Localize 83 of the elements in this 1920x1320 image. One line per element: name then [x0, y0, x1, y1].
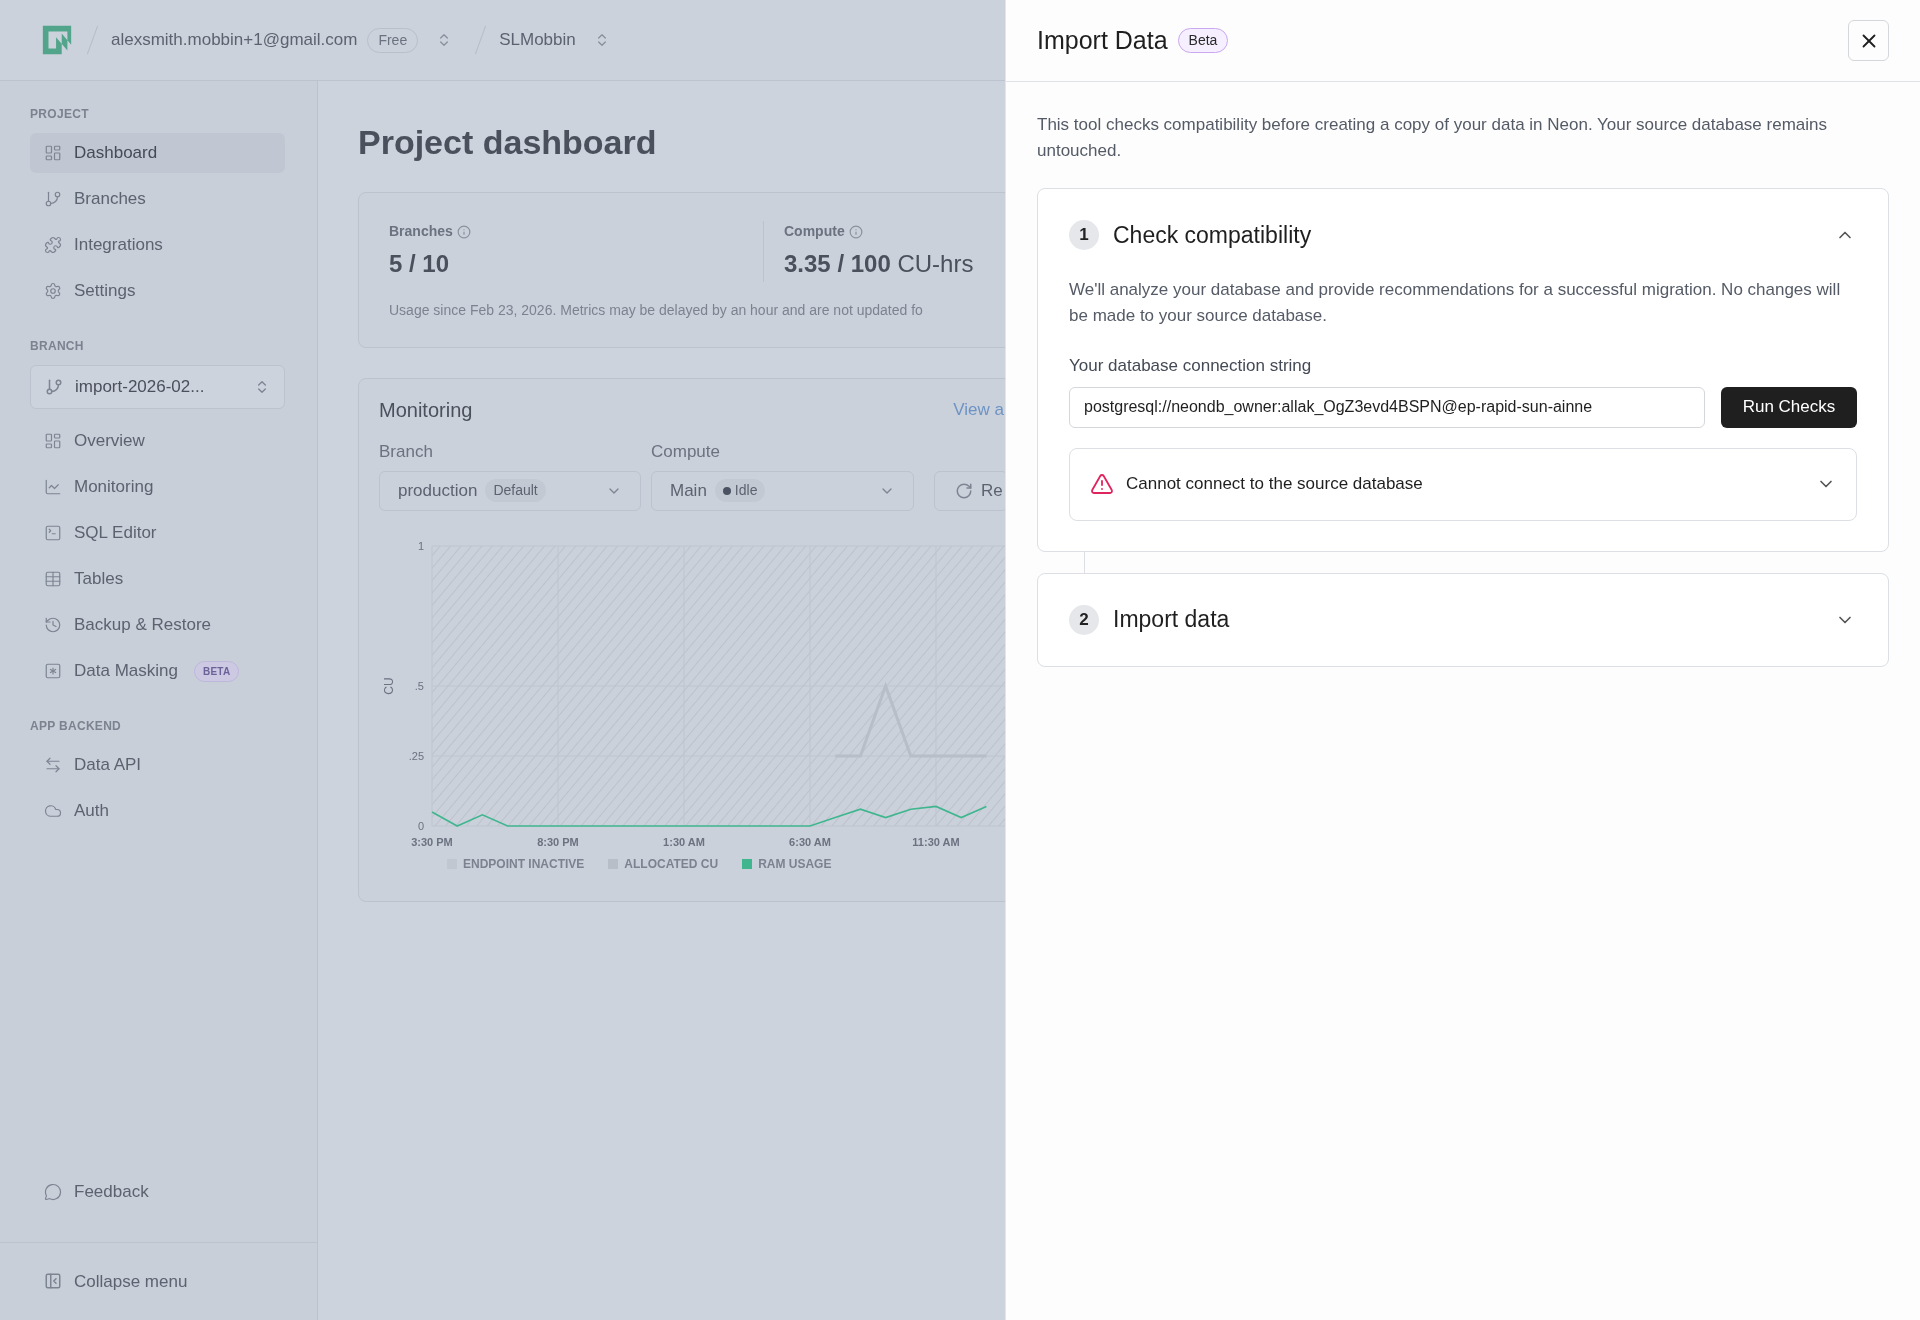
step-number: 2	[1069, 604, 1099, 635]
sidebar-item[interactable]: Data API	[30, 745, 285, 785]
x-tick-label: 11:30 AM	[912, 835, 960, 848]
legend-label: ENDPOINT INACTIVE	[463, 855, 585, 873]
y-tick-label: .5	[414, 679, 424, 692]
settings-icon	[44, 282, 62, 300]
branch-icon	[44, 190, 62, 208]
section-heading: APP BACKEND	[30, 718, 123, 735]
beta-badge: Beta	[1177, 28, 1229, 53]
y-tick-label: 1	[417, 539, 424, 552]
branch-select[interactable]: import-2026-02...	[30, 365, 285, 409]
sidebar-item[interactable]: Dashboard	[30, 133, 285, 173]
y-tick-label: 0	[417, 819, 424, 832]
error-alert[interactable]: Cannot connect to the source database	[1069, 447, 1857, 521]
dashboard-icon	[44, 432, 62, 450]
x-tick-label: 3:30 PM	[411, 835, 453, 848]
section-heading: BRANCH	[30, 338, 85, 355]
legend-label: ALLOCATED CU	[624, 855, 719, 873]
step-header[interactable]: 2 Import data	[1069, 573, 1857, 666]
account-email[interactable]: alexsmith.mobbin+1@gmail.com	[111, 27, 358, 53]
y-tick-label: .25	[408, 749, 424, 762]
filter-label: Compute	[651, 441, 721, 463]
x-tick-label: 1:30 AM	[663, 835, 705, 848]
sidebar-item[interactable]: Branches	[30, 179, 285, 219]
step-header[interactable]: 1 Check compatibility	[1069, 189, 1857, 281]
sidebar-item[interactable]: Auth	[30, 791, 285, 831]
project-name[interactable]: SLMobbin	[499, 27, 576, 53]
collapse-panel-icon	[44, 1272, 62, 1291]
legend-swatch-icon	[742, 858, 753, 869]
alert-message: Cannot connect to the source database	[1126, 473, 1423, 496]
run-checks-button[interactable]: Run Checks	[1721, 386, 1857, 428]
view-link[interactable]: View a	[953, 397, 1004, 423]
status-badge: Default	[485, 479, 546, 502]
filter-label: Branch	[379, 441, 434, 463]
x-tick-label: 8:30 PM	[537, 835, 579, 848]
step-number: 1	[1069, 220, 1099, 250]
sidebar-item[interactable]: Monitoring	[30, 467, 285, 507]
stat-label: Compute	[784, 222, 845, 241]
sidebar-item[interactable]: SQL Editor	[30, 513, 285, 553]
field-label: Your database connection string	[1069, 355, 1313, 377]
info-icon	[848, 224, 863, 239]
info-icon	[456, 224, 471, 239]
sidebar-item[interactable]: Feedback	[30, 1171, 255, 1212]
puzzle-icon	[44, 236, 62, 254]
sidebar-item[interactable]: Overview	[30, 421, 285, 461]
page-title: Project dashboard	[358, 122, 658, 163]
sidebar-item[interactable]: Integrations	[30, 225, 285, 265]
sidebar-item[interactable]: Settings	[30, 271, 285, 311]
history-icon	[44, 616, 62, 634]
sidebar-item[interactable]: Data Masking BETA	[30, 651, 285, 691]
sidebar-item[interactable]: Tables	[30, 559, 285, 599]
step-description: We'll analyze your database and provide recommendations for a successful migration. No changes will be made to your source database.	[1069, 279, 1842, 327]
table-icon	[44, 570, 62, 588]
x-tick-label: 6:30 AM	[789, 835, 831, 848]
chat-bubble-icon	[44, 1182, 62, 1201]
filter-select[interactable]: Main Idle	[651, 470, 914, 511]
filter-select[interactable]: production Default	[379, 470, 641, 511]
status-badge: Idle	[714, 479, 766, 502]
branch-icon	[45, 378, 63, 396]
cloud-icon	[44, 802, 62, 820]
stat-value: 3.35 / 100 CU-hrs	[784, 249, 974, 279]
line-chart-icon	[44, 478, 62, 496]
intro-text: This tool checks compatibility before creating a copy of your data in Neon. Your source database remains untouched.	[1037, 114, 1828, 162]
asterisk-square-icon	[44, 662, 62, 680]
close-button[interactable]	[1848, 20, 1889, 61]
connection-string-field[interactable]: postgresql://neondb_owner:allak_OgZ3evd4BSPN@ep-rapid-sun-ainne	[1069, 386, 1705, 428]
usage-note: Usage since Feb 23, 2026. Metrics may be delayed by an hour and are not updated fo	[389, 301, 924, 320]
refresh-icon	[955, 481, 973, 500]
dashboard-icon	[44, 144, 62, 162]
arrows-icon	[44, 756, 62, 774]
stat-label: Branches	[389, 222, 453, 241]
section-title: Monitoring	[379, 398, 473, 423]
logo-icon	[40, 23, 74, 57]
terminal-icon	[44, 524, 62, 542]
y-axis-label: CU	[382, 676, 396, 695]
section-heading: PROJECT	[30, 106, 90, 123]
legend-label: RAM USAGE	[758, 855, 832, 873]
collapse-menu-button[interactable]: Collapse menu	[30, 1268, 287, 1294]
warning-icon	[1090, 472, 1114, 496]
stat-value: 5 / 10	[389, 249, 451, 279]
beta-badge: BETA	[193, 660, 240, 682]
dialog-title: Import Data	[1037, 24, 1168, 56]
sidebar-item[interactable]: Backup & Restore	[30, 605, 285, 645]
